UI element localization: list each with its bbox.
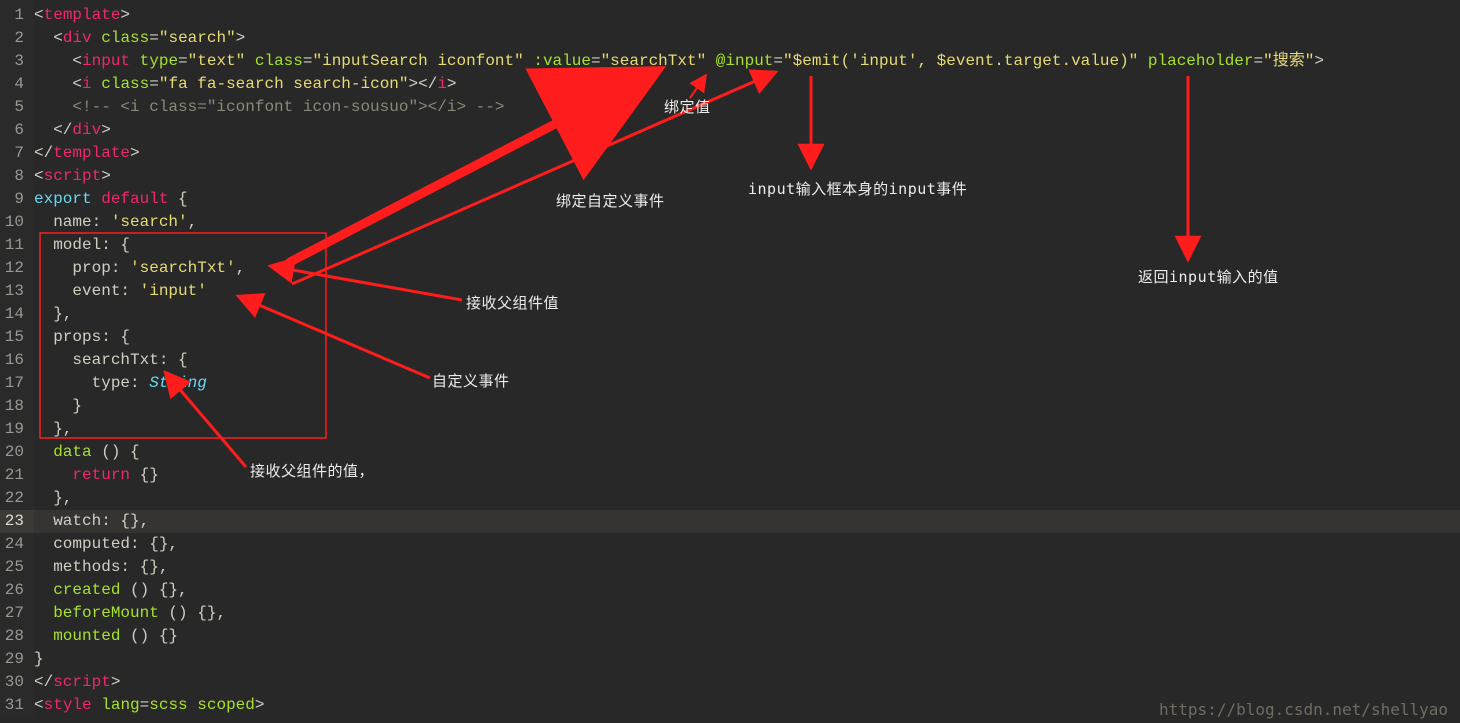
line-number: 22: [0, 487, 34, 510]
code-line[interactable]: data () {: [34, 441, 1460, 464]
anno-return-input-val: 返回input输入的值: [1138, 266, 1279, 287]
line-number: 20: [0, 441, 34, 464]
watermark: https://blog.csdn.net/shellyao: [1159, 700, 1448, 719]
line-number: 5: [0, 96, 34, 119]
code-line[interactable]: }: [34, 395, 1460, 418]
code-line[interactable]: <div class="search">: [34, 27, 1460, 50]
code-line[interactable]: </div>: [34, 119, 1460, 142]
code-line[interactable]: created () {},: [34, 579, 1460, 602]
line-number: 6: [0, 119, 34, 142]
line-number: 30: [0, 671, 34, 694]
line-number: 28: [0, 625, 34, 648]
code-line[interactable]: beforeMount () {},: [34, 602, 1460, 625]
anno-custom-event: 自定义事件: [432, 370, 510, 391]
anno-bind-value: 绑定值: [664, 96, 711, 117]
code-line[interactable]: <i class="fa fa-search search-icon"></i>: [34, 73, 1460, 96]
line-number-gutter: 1234567891011121314151617181920212223242…: [0, 0, 34, 717]
line-number: 17: [0, 372, 34, 395]
line-number: 10: [0, 211, 34, 234]
line-number: 25: [0, 556, 34, 579]
line-number: 26: [0, 579, 34, 602]
code-editor[interactable]: 1234567891011121314151617181920212223242…: [0, 0, 1460, 717]
code-line[interactable]: export default {: [34, 188, 1460, 211]
line-number: 3: [0, 50, 34, 73]
line-number: 16: [0, 349, 34, 372]
code-line[interactable]: <input type="text" class="inputSearch ic…: [34, 50, 1460, 73]
code-line[interactable]: mounted () {}: [34, 625, 1460, 648]
anno-emit-custom-event: 绑定自定义事件: [556, 190, 665, 211]
line-number: 13: [0, 280, 34, 303]
line-number: 12: [0, 257, 34, 280]
line-number: 29: [0, 648, 34, 671]
line-number: 11: [0, 234, 34, 257]
line-number: 14: [0, 303, 34, 326]
code-line[interactable]: <template>: [34, 4, 1460, 27]
code-area[interactable]: <template> <div class="search"> <input t…: [34, 0, 1460, 717]
line-number: 23: [0, 510, 34, 533]
anno-recv-parent-val-2: 接收父组件的值，: [250, 460, 374, 481]
code-line[interactable]: computed: {},: [34, 533, 1460, 556]
line-number: 19: [0, 418, 34, 441]
code-line[interactable]: type: String: [34, 372, 1460, 395]
code-line[interactable]: watch: {},: [34, 510, 1460, 533]
code-line[interactable]: searchTxt: {: [34, 349, 1460, 372]
code-line[interactable]: },: [34, 303, 1460, 326]
code-line[interactable]: </template>: [34, 142, 1460, 165]
line-number: 4: [0, 73, 34, 96]
line-number: 9: [0, 188, 34, 211]
line-number: 7: [0, 142, 34, 165]
code-line[interactable]: return {}: [34, 464, 1460, 487]
line-number: 2: [0, 27, 34, 50]
anno-input-event: input输入框本身的input事件: [748, 178, 967, 199]
line-number: 18: [0, 395, 34, 418]
code-line[interactable]: <!-- <i class="iconfont icon-sousuo"></i…: [34, 96, 1460, 119]
code-line[interactable]: props: {: [34, 326, 1460, 349]
code-line[interactable]: </script>: [34, 671, 1460, 694]
line-number: 24: [0, 533, 34, 556]
code-line[interactable]: },: [34, 418, 1460, 441]
code-line[interactable]: <script>: [34, 165, 1460, 188]
line-number: 1: [0, 4, 34, 27]
code-line[interactable]: model: {: [34, 234, 1460, 257]
line-number: 27: [0, 602, 34, 625]
line-number: 8: [0, 165, 34, 188]
code-line[interactable]: }: [34, 648, 1460, 671]
code-line[interactable]: },: [34, 487, 1460, 510]
anno-recv-parent-val: 接收父组件值: [466, 292, 559, 313]
code-line[interactable]: name: 'search',: [34, 211, 1460, 234]
line-number: 15: [0, 326, 34, 349]
line-number: 31: [0, 694, 34, 717]
code-line[interactable]: methods: {},: [34, 556, 1460, 579]
line-number: 21: [0, 464, 34, 487]
